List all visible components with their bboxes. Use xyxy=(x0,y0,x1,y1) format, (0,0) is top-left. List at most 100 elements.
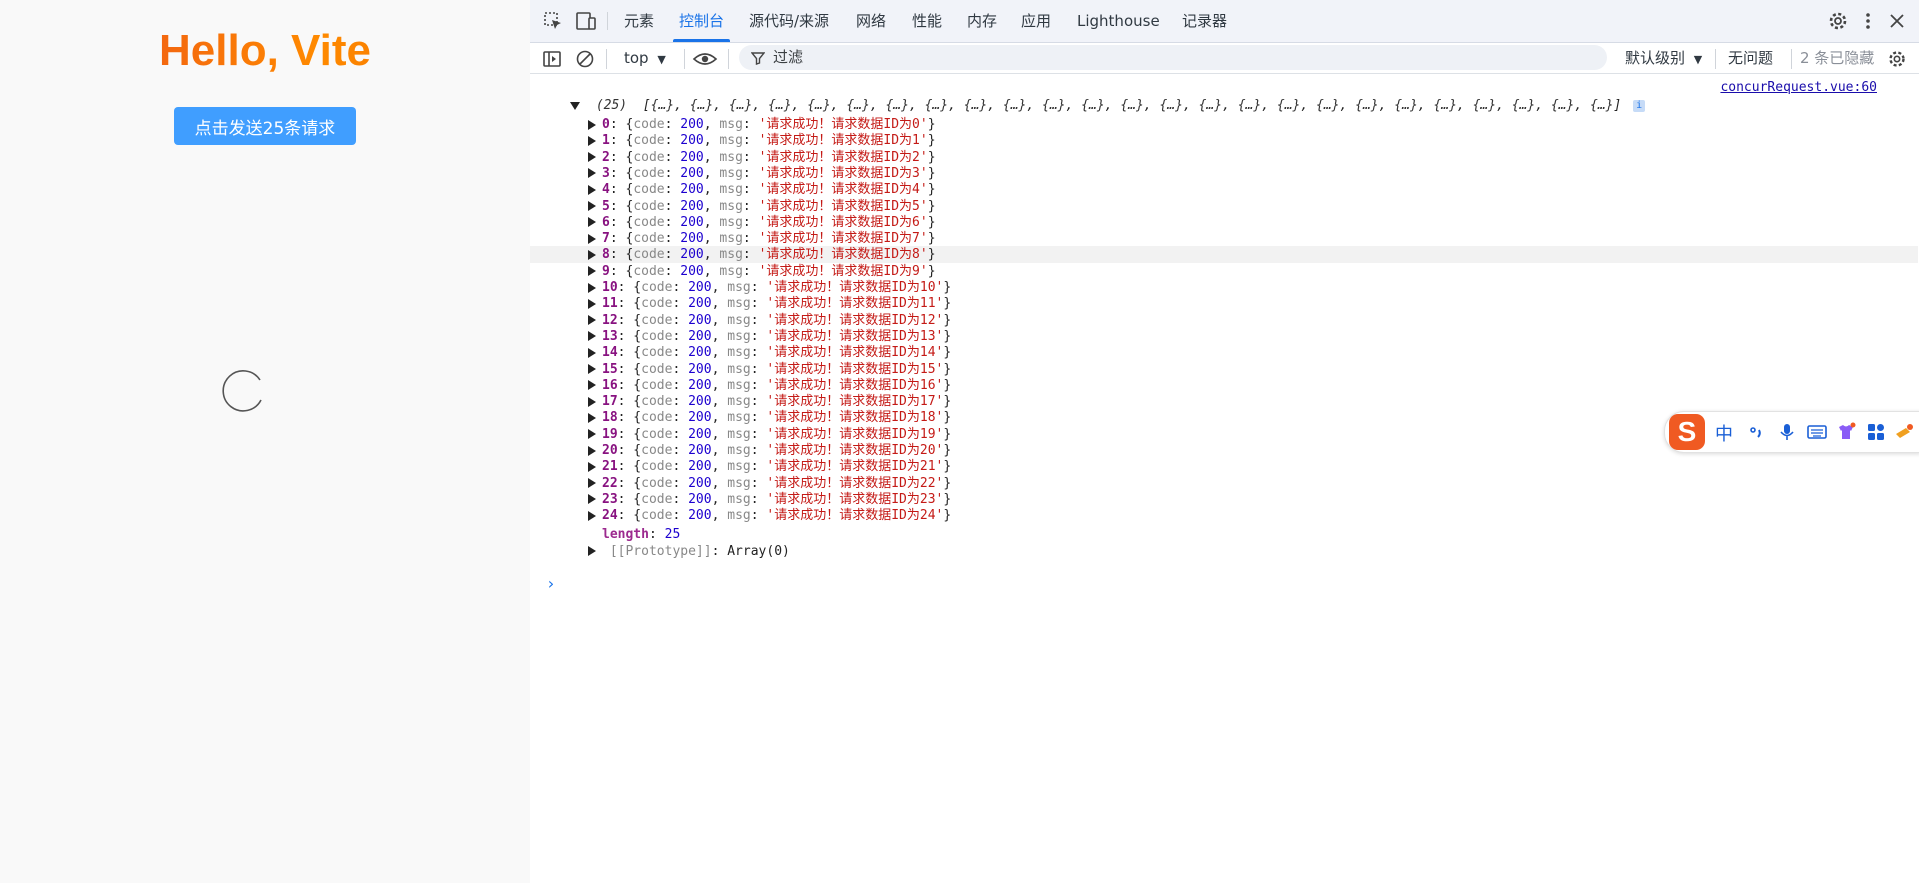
tab-performance[interactable]: 性能 xyxy=(912,0,942,42)
expand-triangle-icon[interactable] xyxy=(588,445,596,456)
console-settings-gear-icon[interactable] xyxy=(1887,49,1907,69)
expand-triangle-icon[interactable] xyxy=(588,331,596,342)
entry-code-key: code xyxy=(633,149,665,165)
expand-triangle-icon[interactable] xyxy=(588,184,596,195)
settings-gear-icon[interactable] xyxy=(1827,10,1849,32)
console-entry-row[interactable]: 2: {code: 200, msg: '请求成功！请求数据ID为2'} xyxy=(530,149,1918,166)
prototype-row[interactable]: [[Prototype]]: Array(0) xyxy=(530,542,1918,562)
entry-index: 4 xyxy=(602,182,610,198)
console-entry-row[interactable]: 5: {code: 200, msg: '请求成功！请求数据ID为5'} xyxy=(530,198,1918,215)
loading-spinner-icon xyxy=(222,370,262,412)
filter-placeholder: 过滤 xyxy=(773,48,804,66)
expand-triangle-icon[interactable] xyxy=(588,217,596,228)
expand-triangle-icon[interactable] xyxy=(570,101,580,110)
keyboard-icon[interactable] xyxy=(1807,422,1827,442)
console-entry-row[interactable]: 3: {code: 200, msg: '请求成功！请求数据ID为3'} xyxy=(530,165,1918,182)
inspect-element-icon[interactable] xyxy=(542,10,564,32)
console-entry-row[interactable]: 22: {code: 200, msg: '请求成功！请求数据ID为22'} xyxy=(530,475,1918,492)
ime-mode-toggle[interactable]: 中 xyxy=(1715,420,1733,446)
log-level-select[interactable]: 默认级别 ▼ xyxy=(1625,46,1702,72)
ime-logo[interactable]: S xyxy=(1669,414,1705,450)
console-entry-row[interactable]: 13: {code: 200, msg: '请求成功！请求数据ID为13'} xyxy=(530,328,1918,345)
expand-triangle-icon[interactable] xyxy=(588,233,596,244)
expand-triangle-icon[interactable] xyxy=(588,315,596,326)
expand-triangle-icon[interactable] xyxy=(588,119,596,130)
expand-triangle-icon[interactable] xyxy=(588,396,596,407)
expand-triangle-icon[interactable] xyxy=(588,478,596,489)
expand-triangle-icon[interactable] xyxy=(588,461,596,472)
console-entry-row[interactable]: 6: {code: 200, msg: '请求成功！请求数据ID为6'} xyxy=(530,214,1918,231)
expand-triangle-icon[interactable] xyxy=(588,298,596,309)
console-entry-row[interactable]: 24: {code: 200, msg: '请求成功！请求数据ID为24'} xyxy=(530,507,1918,524)
tab-sources[interactable]: 源代码/来源 xyxy=(749,0,829,42)
console-entry-row[interactable]: 17: {code: 200, msg: '请求成功！请求数据ID为17'} xyxy=(530,393,1918,410)
entry-code-key: code xyxy=(641,377,673,393)
close-icon[interactable] xyxy=(1886,10,1908,32)
issues-counter[interactable]: 无问题 xyxy=(1728,46,1773,70)
context-select[interactable]: top ▼ xyxy=(624,47,666,69)
console-prompt-chevron-icon[interactable]: › xyxy=(546,574,556,593)
console-entry-row[interactable]: 21: {code: 200, msg: '请求成功！请求数据ID为21'} xyxy=(530,458,1918,475)
console-entry-row[interactable]: 10: {code: 200, msg: '请求成功！请求数据ID为10'} xyxy=(530,279,1918,296)
expand-triangle-icon[interactable] xyxy=(588,494,596,505)
console-entry-row[interactable]: 1: {code: 200, msg: '请求成功！请求数据ID为1'} xyxy=(530,132,1918,149)
tab-lighthouse[interactable]: Lighthouse xyxy=(1077,0,1160,42)
info-icon[interactable]: i xyxy=(1633,99,1646,112)
expand-triangle-icon[interactable] xyxy=(588,201,596,211)
device-toolbar-icon[interactable] xyxy=(575,10,597,32)
clear-console-icon[interactable] xyxy=(575,49,595,69)
console-entry-row[interactable]: 15: {code: 200, msg: '请求成功！请求数据ID为15'} xyxy=(530,361,1918,378)
tab-memory[interactable]: 内存 xyxy=(967,0,997,42)
entry-msg-key: msg xyxy=(727,426,751,442)
skin-icon[interactable] xyxy=(1836,422,1856,442)
live-expression-eye-icon[interactable] xyxy=(692,49,718,69)
send-requests-button[interactable]: 点击发送25条请求 xyxy=(174,107,356,145)
tab-application[interactable]: 应用 xyxy=(1021,0,1051,42)
array-summary-row[interactable]: (25) [{…}, {…}, {…}, {…}, {…}, {…}, {…},… xyxy=(530,96,1900,116)
console-entry-row[interactable]: 12: {code: 200, msg: '请求成功！请求数据ID为12'} xyxy=(530,312,1918,329)
expand-triangle-icon[interactable] xyxy=(588,364,596,374)
tab-console[interactable]: 控制台 xyxy=(672,0,731,42)
console-entry-row[interactable]: 9: {code: 200, msg: '请求成功！请求数据ID为9'} xyxy=(530,263,1918,280)
console-entry-row[interactable]: 11: {code: 200, msg: '请求成功！请求数据ID为11'} xyxy=(530,295,1918,312)
console-entry-row[interactable]: 4: {code: 200, msg: '请求成功！请求数据ID为4'} xyxy=(530,181,1918,198)
entry-code: 200 xyxy=(688,377,712,393)
entry-msg-key: msg xyxy=(719,214,743,230)
expand-triangle-icon[interactable] xyxy=(588,429,596,440)
console-entry-row[interactable]: 16: {code: 200, msg: '请求成功！请求数据ID为16'} xyxy=(530,377,1918,394)
more-options-icon[interactable] xyxy=(1857,10,1879,32)
tab-elements[interactable]: 元素 xyxy=(624,0,654,42)
entry-msg-key: msg xyxy=(727,345,751,361)
more-icon[interactable] xyxy=(1894,422,1914,442)
entry-msg: '请求成功！请求数据ID为12' xyxy=(766,312,944,328)
expand-triangle-icon[interactable] xyxy=(588,412,596,423)
console-entry-row[interactable]: 7: {code: 200, msg: '请求成功！请求数据ID为7'} xyxy=(530,230,1918,247)
filter-input[interactable]: 过滤 xyxy=(739,45,1607,70)
expand-triangle-icon[interactable] xyxy=(588,135,596,146)
console-output: concurRequest.vue:60 (25) [{…}, {…}, {…}… xyxy=(530,74,1919,883)
entry-msg: '请求成功！请求数据ID为17' xyxy=(766,394,944,410)
expand-triangle-icon[interactable] xyxy=(588,510,596,521)
entry-code: 200 xyxy=(688,345,712,361)
expand-triangle-icon[interactable] xyxy=(588,249,596,260)
source-link[interactable]: concurRequest.vue:60 xyxy=(1720,80,1877,95)
microphone-icon[interactable] xyxy=(1777,422,1797,442)
expand-triangle-icon[interactable] xyxy=(588,347,596,358)
expand-triangle-icon[interactable] xyxy=(588,152,596,163)
expand-triangle-icon[interactable] xyxy=(588,380,596,391)
punctuation-icon[interactable] xyxy=(1747,422,1767,442)
sidebar-toggle-icon[interactable] xyxy=(542,49,562,69)
expand-triangle-icon[interactable] xyxy=(588,266,596,277)
divider xyxy=(607,12,608,30)
tab-recorder[interactable]: 记录器 xyxy=(1182,0,1227,42)
console-entry-row[interactable]: 8: {code: 200, msg: '请求成功！请求数据ID为8'} xyxy=(530,246,1918,264)
console-entry-row[interactable]: 0: {code: 200, msg: '请求成功！请求数据ID为0'} xyxy=(530,116,1918,133)
console-entry-row[interactable]: 14: {code: 200, msg: '请求成功！请求数据ID为14'} xyxy=(530,344,1918,361)
expand-triangle-icon[interactable] xyxy=(588,546,596,556)
expand-triangle-icon[interactable] xyxy=(588,168,596,179)
toolbox-icon[interactable] xyxy=(1866,422,1886,442)
entry-code-key: code xyxy=(641,443,673,458)
console-entry-row[interactable]: 23: {code: 200, msg: '请求成功！请求数据ID为23'} xyxy=(530,491,1918,508)
expand-triangle-icon[interactable] xyxy=(588,282,596,293)
tab-network[interactable]: 网络 xyxy=(856,0,886,42)
